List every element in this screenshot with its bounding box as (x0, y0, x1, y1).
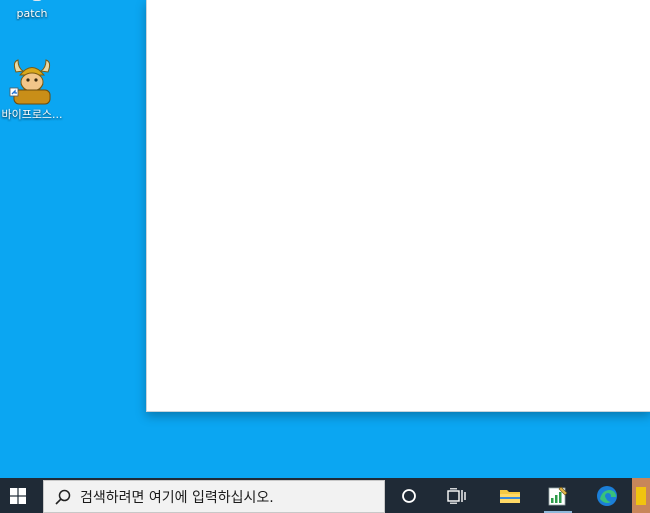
patch-shortcut-icon (32, 0, 42, 1)
task-view-button[interactable] (440, 478, 474, 513)
windows-logo-icon (10, 487, 26, 504)
app-window[interactable] (146, 0, 650, 412)
desktop: patch 바이프로스... (0, 0, 650, 478)
search-icon (55, 489, 71, 505)
search-box[interactable]: 검색하려면 여기에 입력하십시오. (43, 480, 385, 513)
pinned-app-button[interactable] (541, 478, 575, 513)
circle-icon (402, 488, 416, 503)
file-explorer-button[interactable] (493, 478, 527, 513)
edge-browser-button[interactable] (590, 478, 624, 513)
chart-notepad-icon (548, 486, 568, 505)
desktop-icon-label: 바이프로스... (1, 108, 63, 121)
search-placeholder: 검색하려면 여기에 입력하십시오. (80, 489, 274, 506)
start-button[interactable] (0, 478, 36, 513)
viking-warrior-icon (6, 58, 58, 106)
task-view-icon (447, 487, 466, 504)
cortana-button[interactable] (392, 478, 426, 513)
desktop-icon-patch[interactable]: patch (0, 0, 68, 21)
app-icon (636, 486, 646, 505)
edge-browser-icon (597, 485, 617, 506)
desktop-icon-label: patch (16, 7, 48, 20)
folder-icon (500, 489, 520, 503)
pinned-app-button-2[interactable] (632, 478, 650, 513)
taskbar: 검색하려면 여기에 입력하십시오. (0, 478, 650, 513)
desktop-icon-vipros[interactable]: 바이프로스... (0, 58, 68, 122)
